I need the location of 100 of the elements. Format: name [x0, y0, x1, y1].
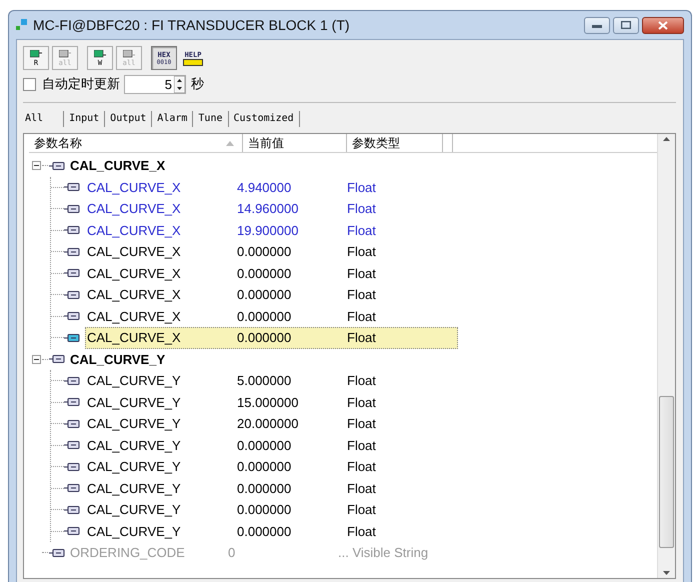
- parameter-type: Float: [347, 222, 377, 238]
- tab[interactable]: Input: [63, 111, 104, 127]
- parameter-name: CAL_CURVE_Y: [87, 502, 182, 518]
- parameter-icon: [64, 420, 80, 428]
- parameter-icon: [64, 484, 80, 492]
- parameter-value: 0.000000: [237, 502, 292, 518]
- tab[interactable]: Tune: [192, 111, 228, 127]
- tree-row[interactable]: CAL_CURVE_X 0.000000 Float: [85, 284, 458, 306]
- tab[interactable]: Customized: [228, 111, 300, 127]
- tree-row[interactable]: CAL_CURVE_X 0.000000 Float: [85, 326, 458, 349]
- parameter-name: CAL_CURVE_X: [87, 244, 182, 260]
- parameter-value: 0.000000: [237, 438, 292, 453]
- parameter-value: 19.900000: [237, 222, 300, 238]
- tree-row[interactable]: CAL_CURVE_X 19.900000 Float: [85, 219, 458, 242]
- parameter-icon: [64, 204, 80, 213]
- parameter-icon: [64, 527, 80, 536]
- parameter-type: Float: [347, 180, 377, 195]
- tree-row[interactable]: CAL_CURVE_Y 20.000000 Float: [85, 412, 458, 435]
- parameter-icon: [64, 334, 80, 342]
- device-icon: [30, 50, 42, 58]
- tree-row[interactable]: CAL_CURVE_Y 0.000000 Float: [85, 498, 458, 521]
- close-icon: [658, 20, 668, 30]
- parameter-icon: [64, 441, 80, 450]
- maximize-button[interactable]: [613, 16, 639, 34]
- parameter-name: ORDERING_CODE: [70, 545, 186, 560]
- parameter-value: 0.000000: [237, 480, 292, 496]
- tab[interactable]: Output: [104, 111, 152, 127]
- unit-label: 秒: [191, 75, 204, 93]
- parameter-name: CAL_CURVE_X: [87, 201, 182, 216]
- parameter-type: Float: [347, 459, 377, 474]
- tree-row[interactable]: CAL_CURVE_X 4.940000 Float: [85, 176, 458, 198]
- parameter-icon: [64, 248, 80, 256]
- spin-arrows-icon[interactable]: [174, 76, 185, 92]
- parameter-name: CAL_CURVE_Y: [70, 352, 166, 367]
- parameter-icon: [49, 355, 65, 364]
- close-button[interactable]: [642, 16, 684, 34]
- parameter-icon: [64, 226, 80, 234]
- parameter-value: 0.000000: [237, 524, 292, 539]
- tree-row[interactable]: CAL_CURVE_Y 5.000000 Float: [85, 370, 458, 392]
- parameter-type: Float: [347, 524, 377, 539]
- tree-row[interactable]: CAL_CURVE_X 0.000000 Float: [85, 240, 458, 263]
- tree-row[interactable]: CAL_CURVE_X 0.000000 Float: [85, 305, 458, 328]
- interval-spinbox[interactable]: 5: [124, 74, 186, 94]
- parameter-name: CAL_CURVE_Y: [87, 416, 182, 432]
- parameter-value: 0.000000: [237, 287, 292, 302]
- parameter-name: CAL_CURVE_Y: [87, 524, 182, 539]
- parameter-value: 15.000000: [237, 394, 300, 410]
- parameter-value: 5.000000: [237, 373, 292, 388]
- parameter-value: 0.000000: [237, 308, 292, 324]
- tree-row[interactable]: CAL_CURVE_Y 0.000000 Float: [85, 434, 458, 456]
- tree-row[interactable]: CAL_CURVE_Y 15.000000 Float: [85, 391, 458, 414]
- parameter-icon: [64, 183, 80, 192]
- tab[interactable]: All: [23, 111, 64, 127]
- minimize-button[interactable]: [584, 16, 610, 34]
- scrollbar[interactable]: [657, 134, 675, 578]
- parameter-value: 4.940000: [237, 180, 292, 195]
- parameter-value: 0.000000: [237, 459, 292, 474]
- parameter-name: CAL_CURVE_X: [87, 222, 182, 238]
- device-icon: [59, 50, 71, 58]
- parameter-icon: [64, 398, 80, 406]
- collapse-toggle[interactable]: [32, 161, 41, 170]
- parameter-value: 14.960000: [237, 201, 300, 216]
- parameter-type: Float: [347, 394, 377, 410]
- parameter-type: Float: [347, 438, 377, 453]
- parameter-name: CAL_CURVE_Y: [87, 394, 182, 410]
- parameter-name: CAL_CURVE_X: [87, 330, 182, 346]
- parameter-name: CAL_CURVE_X: [87, 180, 182, 195]
- window-title: MC-FI@DBFC20 : FI TRANSDUCER BLOCK 1 (T): [33, 17, 350, 33]
- minimize-icon: [592, 22, 602, 28]
- parameter-value: 0: [228, 545, 236, 560]
- tree-row[interactable]: CAL_CURVE_X 0.000000 Float: [85, 262, 458, 284]
- maximize-icon: [621, 21, 631, 29]
- device-icon: [123, 50, 135, 58]
- parameter-icon: [64, 376, 80, 385]
- parameter-value: 0.000000: [237, 266, 292, 281]
- tree-row[interactable]: CAL_CURVE_Y 0.000000 Float: [85, 456, 458, 478]
- device-icon: [94, 50, 106, 58]
- scrollbar-thumb[interactable]: [659, 396, 674, 548]
- parameter-type: Float: [347, 244, 377, 260]
- collapse-toggle[interactable]: [32, 354, 41, 364]
- checkbox-label: 自动定时更新: [42, 75, 120, 93]
- parameter-icon: [64, 506, 80, 514]
- parameter-value: 20.000000: [237, 416, 300, 432]
- parameter-type: Float: [347, 480, 377, 496]
- parameter-name: CAL_CURVE_Y: [87, 373, 182, 388]
- parameter-name: CAL_CURVE_X: [87, 266, 182, 281]
- parameter-type: Float: [347, 416, 377, 432]
- parameter-icon: [64, 462, 80, 471]
- tree-row[interactable]: CAL_CURVE_Y 0.000000 Float: [85, 477, 458, 500]
- parameter-name: CAL_CURVE_X: [87, 308, 182, 324]
- checkbox[interactable]: [23, 78, 36, 90]
- tree-row[interactable]: CAL_CURVE_X 14.960000 Float: [85, 198, 458, 220]
- tree-row[interactable]: CAL_CURVE_Y 0.000000 Float: [85, 520, 458, 542]
- parameter-type: Float: [347, 266, 377, 281]
- parameter-name: CAL_CURVE_Y: [87, 459, 182, 474]
- parameter-type: Float: [347, 330, 377, 346]
- parameter-type: Float: [347, 373, 377, 388]
- tab[interactable]: Alarm: [151, 111, 192, 127]
- parameter-type: Float: [347, 502, 377, 518]
- parameter-icon: [49, 162, 65, 170]
